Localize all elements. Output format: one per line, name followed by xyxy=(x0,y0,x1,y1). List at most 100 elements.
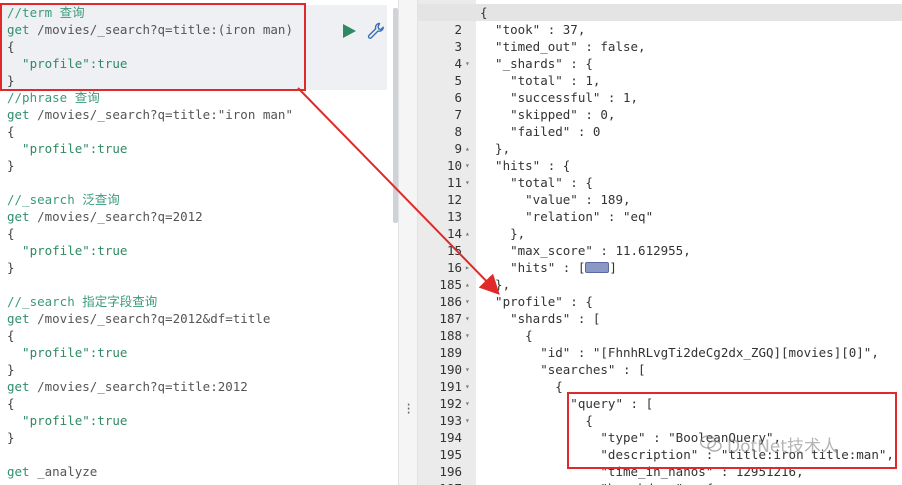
fold-toggle-icon[interactable]: ▸ xyxy=(465,259,475,276)
response-line: }, xyxy=(480,276,510,293)
fold-toggle-icon[interactable]: ▾ xyxy=(465,293,475,310)
response-line-text: }, xyxy=(480,277,511,292)
console-line-request[interactable]: get /movies/_search?q=title:(iron man) xyxy=(7,21,293,38)
console-line-brace[interactable]: } xyxy=(7,157,15,174)
http-method: get xyxy=(7,209,30,224)
console-line-brace[interactable]: } xyxy=(7,72,15,89)
drag-handle-icon[interactable]: · · · xyxy=(405,399,412,419)
http-method: get xyxy=(7,464,30,479)
http-method: get xyxy=(7,22,30,37)
fold-toggle-icon[interactable]: ▾ xyxy=(465,361,475,378)
response-line-text: { xyxy=(480,413,593,428)
play-icon[interactable] xyxy=(342,24,356,38)
line-number: 186 xyxy=(439,294,462,309)
response-line: { xyxy=(480,327,533,344)
console-line-comment[interactable]: //_search 泛查询 xyxy=(7,191,120,208)
line-number: 10 xyxy=(446,158,462,173)
response-line-text: "profile" : { xyxy=(480,294,593,309)
line-number: 197 xyxy=(418,480,462,485)
collapsed-array-icon[interactable] xyxy=(585,262,610,273)
console-line-brace[interactable]: { xyxy=(7,225,15,242)
fold-toggle-icon[interactable]: ▾ xyxy=(465,378,475,395)
response-line-text: "took" : 37, xyxy=(480,22,586,37)
wechat-logo-icon xyxy=(700,435,722,452)
watermark-text: DotNet技术人 xyxy=(727,436,838,457)
response-line-text: "hits" : { xyxy=(480,158,571,173)
response-line: "query" : [ xyxy=(480,395,653,412)
line-number: 14 xyxy=(446,226,462,241)
fold-toggle-icon[interactable]: ▾ xyxy=(465,395,475,412)
console-line-brace[interactable]: } xyxy=(7,361,15,378)
console-line-brace[interactable]: { xyxy=(7,327,15,344)
fold-toggle-icon[interactable]: ▴ xyxy=(465,140,475,157)
console-line-comment[interactable]: //_search 指定字段查询 xyxy=(7,293,157,310)
response-line: "searches" : [ xyxy=(480,361,646,378)
response-line-text: }, xyxy=(480,226,526,241)
wrench-icon[interactable] xyxy=(367,22,385,40)
line-number: 6 xyxy=(454,90,462,105)
console-editor[interactable]: //term 查询 get /movies/_search?q=title:(ir… xyxy=(0,0,398,485)
response-line: { xyxy=(480,378,563,395)
console-line-comment[interactable]: //phrase 查询 xyxy=(7,89,100,106)
line-number: 8 xyxy=(454,124,462,139)
response-line-text: "id" : "[FhnhRLvgTi2deCg2dx_ZGQ][movies]… xyxy=(480,345,879,360)
response-line: "relation" : "eq" xyxy=(480,208,653,225)
fold-toggle-icon[interactable]: ▾ xyxy=(465,412,475,429)
console-line-brace[interactable]: { xyxy=(7,395,15,412)
http-method: get xyxy=(7,379,30,394)
console-line-body[interactable]: "profile":true xyxy=(7,140,127,157)
response-line: "time_in_nanos" : 12951216, xyxy=(480,463,804,480)
response-line: "id" : "[FhnhRLvgTi2deCg2dx_ZGQ][movies]… xyxy=(480,344,879,361)
line-number: 190 xyxy=(439,362,462,377)
fold-toggle-icon[interactable]: ▾ xyxy=(465,327,475,344)
console-line-request[interactable]: get /movies/_search?q=title:"iron man" xyxy=(7,106,293,123)
console-line-brace[interactable]: { xyxy=(7,123,15,140)
fold-toggle-icon[interactable]: ▾ xyxy=(465,174,475,191)
console-line-request[interactable]: get _analyze xyxy=(7,463,97,480)
console-line-body[interactable]: "profile":true xyxy=(7,242,127,259)
line-number: 195 xyxy=(439,447,462,462)
response-line: "max_score" : 11.612955, xyxy=(480,242,691,259)
console-line-brace[interactable]: } xyxy=(7,429,15,446)
console-line-body[interactable]: "profile":true xyxy=(7,412,127,429)
fold-toggle-icon[interactable]: ▾ xyxy=(465,310,475,327)
line-number: 189 xyxy=(439,345,462,360)
line-number: 16 xyxy=(446,260,462,275)
console-line-brace[interactable]: { xyxy=(7,38,15,55)
response-line: "failed" : 0 xyxy=(480,123,600,140)
response-line-text: "time_in_nanos" : 12951216, xyxy=(480,464,804,479)
line-number: 9 xyxy=(454,141,462,156)
current-line-highlight xyxy=(418,4,902,21)
response-line: "successful" : 1, xyxy=(480,89,638,106)
console-line-request[interactable]: get /movies/_search?q=2012 xyxy=(7,208,203,225)
response-line: "skipped" : 0, xyxy=(480,106,615,123)
response-line: "total" : 1, xyxy=(480,72,600,89)
response-line-text: { xyxy=(480,5,488,20)
line-number-gutter: 1▾234▾56789▴10▾11▾121314▴1516▸185▴186▾18… xyxy=(418,0,476,485)
response-line-text: "total" : 1, xyxy=(480,73,601,88)
response-line: { xyxy=(480,412,593,429)
fold-toggle-icon[interactable]: ▴ xyxy=(465,276,475,293)
line-number: 188 xyxy=(439,328,462,343)
response-line-text: "successful" : 1, xyxy=(480,90,639,105)
pane-splitter[interactable]: · · · xyxy=(398,0,418,485)
console-line-request[interactable]: get /movies/_search?q=2012&df=title xyxy=(7,310,270,327)
fold-toggle-icon[interactable]: ▾ xyxy=(465,157,475,174)
console-line-brace[interactable]: } xyxy=(7,259,15,276)
fold-toggle-icon[interactable]: ▴ xyxy=(465,225,475,242)
console-line-request[interactable]: get /movies/_search?q=title:2012 xyxy=(7,378,248,395)
response-line-text: "failed" : 0 xyxy=(480,124,601,139)
response-line: "breakdown" : { xyxy=(480,480,713,485)
console-line-comment[interactable]: //term 查询 xyxy=(7,4,85,21)
request-url: /movies/_search?q=title:(iron man) xyxy=(29,22,293,37)
line-number: 192 xyxy=(439,396,462,411)
console-line-body[interactable]: "profile":true xyxy=(7,55,127,72)
fold-toggle-icon[interactable]: ▾ xyxy=(465,480,475,485)
response-line: "profile" : { xyxy=(480,293,593,310)
console-line-body[interactable]: "profile":true xyxy=(7,344,127,361)
response-line: { xyxy=(480,4,488,21)
fold-toggle-icon[interactable]: ▾ xyxy=(465,55,475,72)
response-line-text: "searches" : [ xyxy=(480,362,646,377)
response-line: "shards" : [ xyxy=(480,310,600,327)
http-method: get xyxy=(7,107,30,122)
